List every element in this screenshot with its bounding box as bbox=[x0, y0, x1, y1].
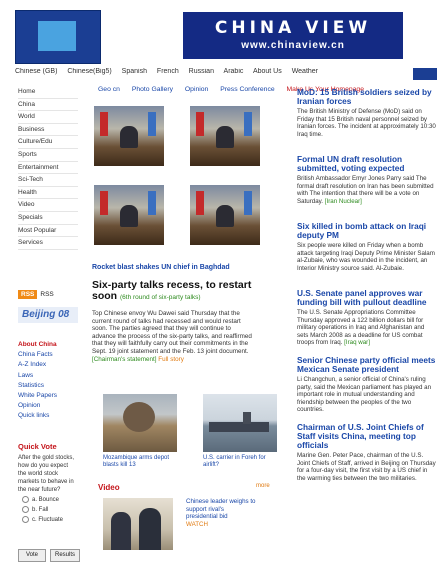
results-button[interactable]: Results bbox=[50, 549, 80, 562]
link-statistics[interactable]: Statistics bbox=[18, 381, 78, 391]
nav-chinese-gb[interactable]: Chinese (GB) bbox=[15, 68, 57, 75]
sidebar-item-home[interactable]: Home bbox=[18, 86, 78, 99]
news-item: Six killed in bomb attack on Iraqi deput… bbox=[297, 222, 437, 280]
sidebar-item-culture[interactable]: Culture/Edu bbox=[18, 136, 78, 149]
img2-caption[interactable]: U.S. carrier in Foreh for airlift? bbox=[203, 455, 278, 469]
sidebar-item-services[interactable]: Services bbox=[18, 237, 78, 250]
lead-text: Top Chinese envoy Wu Dawei said Thursday… bbox=[92, 310, 252, 355]
rss-icon: RSS bbox=[18, 290, 38, 299]
iraq-war-link[interactable]: [Iraq war] bbox=[344, 339, 370, 346]
radio-icon[interactable] bbox=[22, 496, 29, 503]
logo-emblem bbox=[38, 21, 76, 51]
video-thumbnail[interactable] bbox=[103, 498, 173, 550]
link-white-papers[interactable]: White Papers bbox=[18, 391, 78, 401]
sidebar-item-specials[interactable]: Specials bbox=[18, 212, 78, 225]
china-view-banner[interactable]: CHINA VIEW www.chinaview.cn bbox=[183, 12, 403, 59]
nav-french[interactable]: French bbox=[157, 68, 179, 75]
sidebar-item-china[interactable]: China bbox=[18, 99, 78, 112]
news-photo[interactable] bbox=[190, 106, 260, 166]
content-nav-opinion[interactable]: Opinion bbox=[185, 86, 208, 93]
news-headline[interactable]: Senior Chinese party official meets Mexi… bbox=[297, 356, 437, 374]
video-section-title: Video bbox=[98, 483, 120, 492]
quick-vote-title: Quick Vote bbox=[18, 442, 57, 451]
news-body: The British Ministry of Defense (MoD) sa… bbox=[297, 108, 436, 138]
link-about-china[interactable]: About China bbox=[18, 340, 78, 350]
content-nav-geo[interactable]: Geo cn bbox=[98, 86, 120, 93]
sidebar-item-business[interactable]: Business bbox=[18, 124, 78, 137]
photo-caption[interactable]: Rocket blast shakes UN chief in Baghdad bbox=[92, 264, 292, 271]
link-quick-links[interactable]: Quick links bbox=[18, 411, 78, 421]
carrier-photo[interactable] bbox=[203, 394, 277, 452]
statement-link[interactable]: [Chairman's statement] bbox=[92, 356, 157, 363]
quick-vote: Quick Vote After the gold stocks, how do… bbox=[18, 443, 78, 524]
sidebar-item-scitech[interactable]: Sci-Tech bbox=[18, 174, 78, 187]
news-item: U.S. Senate panel approves war funding b… bbox=[297, 289, 437, 347]
vote-button[interactable]: Vote bbox=[18, 549, 46, 562]
nav-chinese-big5[interactable]: Chinese(Big5) bbox=[67, 68, 111, 75]
news-item: MoD: 15 British soldiers seized by Irani… bbox=[297, 88, 437, 146]
nav-about-us[interactable]: About Us bbox=[253, 68, 282, 75]
quick-vote-question: After the gold stocks, how do you expect… bbox=[18, 455, 75, 493]
sidebar-item-most-popular[interactable]: Most Popular bbox=[18, 225, 78, 238]
video-caption-text[interactable]: Chinese leader weighs to support rival's… bbox=[186, 498, 255, 520]
video-more-link[interactable]: more bbox=[256, 483, 270, 489]
rss-row[interactable]: RSS RSS bbox=[18, 290, 78, 301]
nav-spanish[interactable]: Spanish bbox=[122, 68, 147, 75]
beijing-08-banner[interactable]: Beijing 08 bbox=[18, 307, 78, 323]
news-body: The U.S. Senate Appropriations Committee… bbox=[297, 309, 425, 347]
nav-end-block bbox=[413, 68, 437, 80]
lead-paragraph: Top Chinese envoy Wu Dawei said Thursday… bbox=[92, 310, 252, 363]
news-body: Marine Gen. Peter Pace, chairman of the … bbox=[297, 452, 436, 482]
news-photo[interactable] bbox=[94, 185, 164, 245]
vote-option-a[interactable]: a. Bounce bbox=[18, 496, 78, 504]
link-laws[interactable]: Laws bbox=[18, 371, 78, 381]
sidebar-item-video[interactable]: Video bbox=[18, 199, 78, 212]
vote-option-c[interactable]: c. Fluctuate bbox=[18, 516, 78, 524]
explosion-photo[interactable] bbox=[103, 394, 177, 452]
sidebar-item-entertainment[interactable]: Entertainment bbox=[18, 162, 78, 175]
news-body: Li Changchun, a senior official of China… bbox=[297, 376, 432, 414]
banner-url: www.chinaview.cn bbox=[241, 40, 345, 51]
news-photo[interactable] bbox=[94, 106, 164, 166]
link-opinion[interactable]: Opinion bbox=[18, 401, 78, 411]
sidebar-item-world[interactable]: World bbox=[18, 111, 78, 124]
lead-headline[interactable]: Six-party talks recess, to restart soon … bbox=[92, 280, 252, 303]
nav-weather[interactable]: Weather bbox=[292, 68, 318, 75]
news-headline[interactable]: U.S. Senate panel approves war funding b… bbox=[297, 289, 437, 307]
nav-arabic[interactable]: Arabic bbox=[224, 68, 244, 75]
vote-option-b[interactable]: b. Fall bbox=[18, 506, 78, 514]
news-headline[interactable]: Formal UN draft resolution submitted, vo… bbox=[297, 155, 437, 173]
full-story-link[interactable]: Full story bbox=[158, 356, 184, 363]
top-nav: Chinese (GB) Chinese(Big5) Spanish Frenc… bbox=[15, 68, 437, 81]
sidebar-item-sports[interactable]: Sports bbox=[18, 149, 78, 162]
content-nav-photo-gallery[interactable]: Photo Gallery bbox=[132, 86, 173, 93]
nav-russian[interactable]: Russian bbox=[189, 68, 214, 75]
headline-tag[interactable]: (6th round of six-party talks) bbox=[120, 294, 201, 301]
video-watch-link[interactable]: WATCH bbox=[186, 521, 256, 529]
radio-icon[interactable] bbox=[22, 506, 29, 514]
news-headline[interactable]: MoD: 15 British soldiers seized by Irani… bbox=[297, 88, 437, 106]
iran-nuclear-link[interactable]: [Iran Nuclear] bbox=[325, 198, 362, 205]
news-photo[interactable] bbox=[190, 185, 260, 245]
banner-title: CHINA VIEW bbox=[214, 18, 372, 38]
sidebar-item-health[interactable]: Health bbox=[18, 187, 78, 200]
news-body: Six people were killed on Friday when a … bbox=[297, 242, 435, 272]
news-item: Chairman of U.S. Joint Chiefs of Staff v… bbox=[297, 423, 437, 482]
video-caption[interactable]: Chinese leader weighs to support rival's… bbox=[186, 498, 256, 528]
news-body: British Ambassador Emyr Jones Parry said… bbox=[297, 175, 434, 205]
news-headline[interactable]: Six killed in bomb attack on Iraqi deput… bbox=[297, 222, 437, 240]
quick-links: About China China Facts A-Z Index Laws S… bbox=[18, 340, 78, 422]
link-china-facts[interactable]: China Facts bbox=[18, 350, 78, 360]
news-item: Senior Chinese party official meets Mexi… bbox=[297, 356, 437, 414]
site-logo[interactable] bbox=[15, 10, 101, 64]
news-item: Formal UN draft resolution submitted, vo… bbox=[297, 155, 437, 213]
rss-label: RSS bbox=[40, 291, 54, 298]
link-a-z-index[interactable]: A-Z Index bbox=[18, 360, 78, 370]
news-headline[interactable]: Chairman of U.S. Joint Chiefs of Staff v… bbox=[297, 423, 437, 450]
right-news-column: MoD: 15 British soldiers seized by Irani… bbox=[297, 88, 437, 491]
sidebar: Home China World Business Culture/Edu Sp… bbox=[18, 86, 78, 250]
img1-caption[interactable]: Mozambique arms depot blasts kill 13 bbox=[103, 455, 178, 469]
radio-icon[interactable] bbox=[22, 516, 29, 524]
content-nav-press-conference[interactable]: Press Conference bbox=[220, 86, 274, 93]
